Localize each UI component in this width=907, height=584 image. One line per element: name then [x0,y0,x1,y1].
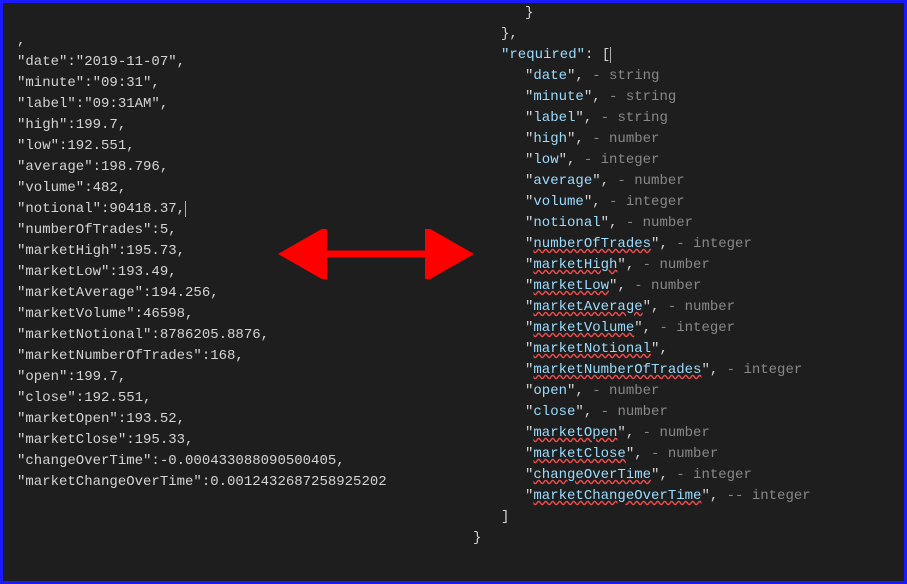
required-item[interactable]: "high", - number [473,129,893,150]
json-field[interactable]: "low":192.551, [17,136,447,157]
json-field[interactable]: "marketOpen":193.52, [17,409,447,430]
required-item[interactable]: "marketNumberOfTrades", - integer [473,360,893,381]
json-field[interactable]: "marketClose":195.33, [17,430,447,451]
json-field[interactable]: "average":198.796, [17,157,447,178]
json-field[interactable]: "marketAverage":194.256, [17,283,447,304]
json-field[interactable]: "high":199.7, [17,115,447,136]
json-separator: , [17,31,447,52]
required-item[interactable]: "close", - number [473,402,893,423]
required-item[interactable]: "notional", - number [473,213,893,234]
json-field[interactable]: "date":"2019-11-07", [17,52,447,73]
json-field[interactable]: "notional":90418.37, [17,199,447,220]
required-item[interactable]: "marketOpen", - number [473,423,893,444]
required-item[interactable]: "marketAverage", - number [473,297,893,318]
json-schema-right: }},"required": ["date", - string"minute"… [473,3,893,549]
required-item[interactable]: "changeOverTime", - integer [473,465,893,486]
required-item[interactable]: "marketClose", - number [473,444,893,465]
required-key[interactable]: "required": [ [473,45,893,66]
json-field[interactable]: "close":192.551, [17,388,447,409]
json-field[interactable]: "marketChangeOverTime":0.001243268725892… [17,472,447,493]
required-item[interactable]: "marketNotional", [473,339,893,360]
json-field[interactable]: "marketLow":193.49, [17,262,447,283]
json-field[interactable]: "marketNumberOfTrades":168, [17,346,447,367]
brace-close: } [473,528,893,549]
required-item[interactable]: "open", - number [473,381,893,402]
brace-close: }, [473,24,893,45]
text-cursor [610,47,611,63]
required-item[interactable]: "volume", - integer [473,192,893,213]
required-item[interactable]: "low", - integer [473,150,893,171]
required-item[interactable]: "marketVolume", - integer [473,318,893,339]
bracket-close: ] [473,507,893,528]
required-item[interactable]: "marketChangeOverTime", -- integer [473,486,893,507]
required-item[interactable]: "minute", - string [473,87,893,108]
required-item[interactable]: "average", - number [473,171,893,192]
json-data-left: ,"date":"2019-11-07","minute":"09:31","l… [17,31,447,493]
text-cursor [185,201,186,217]
json-field[interactable]: "marketHigh":195.73, [17,241,447,262]
json-field[interactable]: "marketNotional":8786205.8876, [17,325,447,346]
required-item[interactable]: "date", - string [473,66,893,87]
json-field[interactable]: "changeOverTime":-0.000433088090500405, [17,451,447,472]
required-item[interactable]: "marketLow", - number [473,276,893,297]
required-item[interactable]: "marketHigh", - number [473,255,893,276]
json-field[interactable]: "label":"09:31AM", [17,94,447,115]
json-field[interactable]: "open":199.7, [17,367,447,388]
json-field[interactable]: "marketVolume":46598, [17,304,447,325]
required-item[interactable]: "label", - string [473,108,893,129]
json-field[interactable]: "numberOfTrades":5, [17,220,447,241]
required-item[interactable]: "numberOfTrades", - integer [473,234,893,255]
json-field[interactable]: "volume":482, [17,178,447,199]
brace-close: } [473,3,893,24]
json-field[interactable]: "minute":"09:31", [17,73,447,94]
